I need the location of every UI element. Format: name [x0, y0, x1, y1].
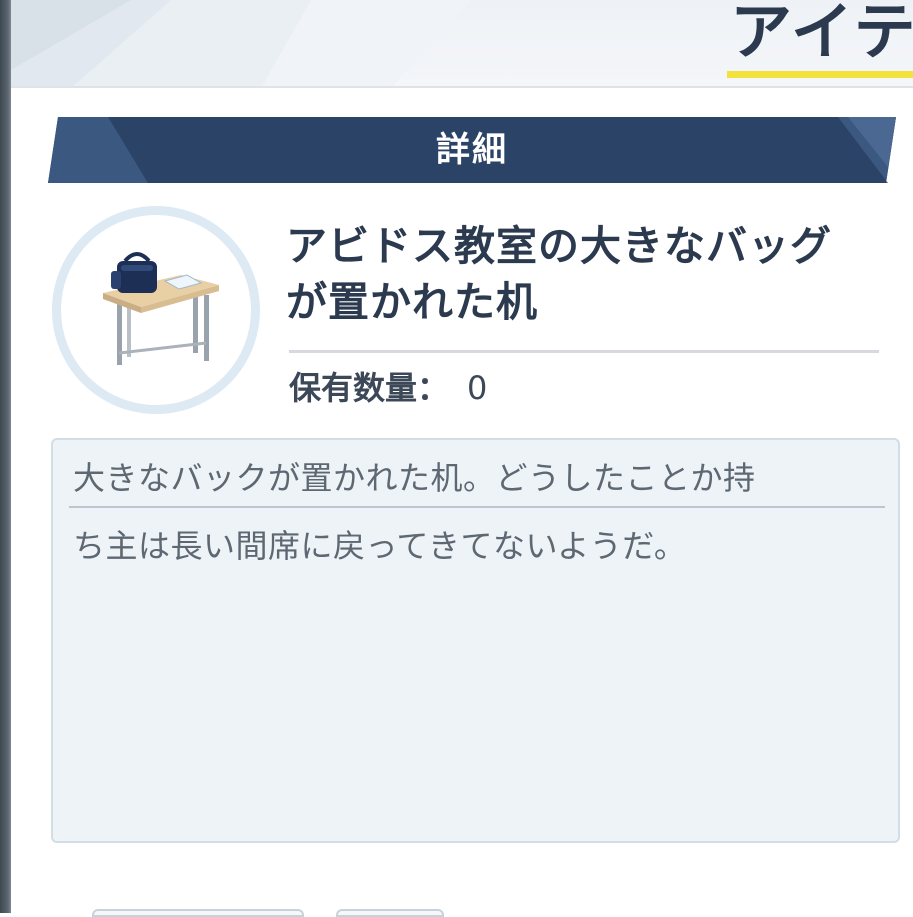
description-box: 大きなバックが置かれた机。どうしたことか持 ち主は長い間席に戻ってきてないようだ… — [51, 438, 900, 843]
item-icon-frame — [52, 206, 260, 414]
desk-with-bag-icon — [103, 252, 219, 365]
item-name-line1: アビドス教室の大きなバッグ — [286, 222, 832, 270]
quantity-row: 保有数量： 0 — [289, 364, 487, 412]
bottom-button-right[interactable] — [336, 909, 444, 917]
window-title: アイテ — [730, 0, 913, 68]
item-name-divider — [289, 350, 879, 353]
description-line2: ち主は長い間席に戻ってきてないようだ。 — [73, 527, 687, 565]
quantity-label: 保有数量 — [289, 369, 418, 407]
title-underline — [727, 71, 913, 78]
description-line1: 大きなバックが置かれた机。どうしたことか持 — [73, 459, 756, 497]
quantity-value: 0 — [467, 369, 488, 407]
detail-section-header: 詳細 — [48, 117, 896, 183]
quantity-separator: ： — [417, 369, 450, 407]
item-name-line2: が置かれた机 — [286, 278, 538, 326]
description-divider — [69, 506, 885, 508]
section-title: 詳細 — [436, 130, 508, 170]
bottom-button-left[interactable] — [92, 909, 304, 917]
item-name: アビドス教室の大きなバッグ が置かれた机 — [286, 218, 886, 330]
left-window-edge — [0, 0, 11, 913]
